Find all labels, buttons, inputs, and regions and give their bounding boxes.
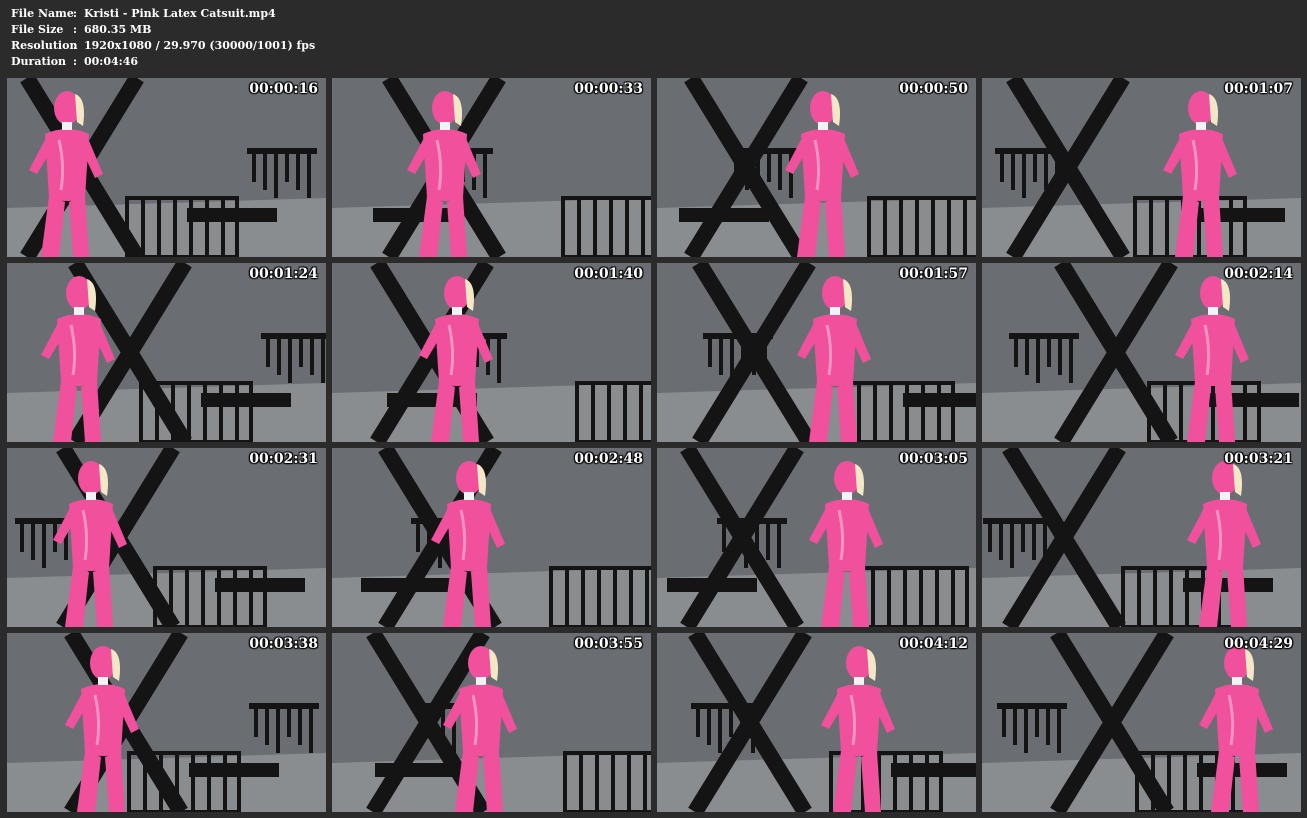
file-name-row: File Name : Kristi - Pink Latex Catsuit.… — [11, 6, 315, 22]
video-thumbnail: 00:03:05 — [657, 448, 976, 627]
thumbnail-scene — [332, 448, 651, 627]
video-thumbnail: 00:04:12 — [657, 633, 976, 812]
file-name-label: File Name — [11, 7, 74, 20]
video-thumbnail: 00:03:21 — [982, 448, 1301, 627]
thumbnail-scene — [982, 263, 1301, 442]
thumbnail-scene — [7, 448, 326, 627]
video-thumbnail: 00:03:38 — [7, 633, 326, 812]
video-thumbnail: 00:02:48 — [332, 448, 651, 627]
timestamp-label: 00:02:31 — [249, 451, 318, 467]
thumbnail-scene — [332, 263, 651, 442]
thumbnail-scene — [657, 448, 976, 627]
file-size-value: 680.35 MB — [84, 23, 152, 36]
thumbnail-scene — [7, 78, 326, 257]
video-thumbnail: 00:00:16 — [7, 78, 326, 257]
file-size-row: File Size : 680.35 MB — [11, 22, 315, 38]
file-size-label: File Size — [11, 23, 64, 36]
resolution-value: 1920x1080 / 29.970 (30000/1001) fps — [84, 39, 316, 52]
duration-row: Duration : 00:04:46 — [11, 54, 315, 70]
thumbnail-scene — [7, 263, 326, 442]
file-name-value: Kristi - Pink Latex Catsuit.mp4 — [84, 7, 276, 20]
timestamp-label: 00:01:40 — [574, 266, 643, 282]
file-name-separator: : — [73, 7, 78, 20]
video-thumbnail: 00:01:07 — [982, 78, 1301, 257]
timestamp-label: 00:00:33 — [574, 81, 643, 97]
video-thumbnail: 00:01:24 — [7, 263, 326, 442]
resolution-label: Resolution — [11, 39, 78, 52]
video-thumbnail: 00:01:57 — [657, 263, 976, 442]
thumbnail-grid: 00:00:16 00:00:33 00:00:50 00:01:07 00:01:24… — [7, 78, 1301, 812]
video-thumbnail: 00:03:55 — [332, 633, 651, 812]
video-thumbnail: 00:02:14 — [982, 263, 1301, 442]
timestamp-label: 00:04:12 — [899, 636, 968, 652]
timestamp-label: 00:00:50 — [899, 81, 968, 97]
video-thumbnail: 00:00:50 — [657, 78, 976, 257]
timestamp-label: 00:01:24 — [249, 266, 318, 282]
timestamp-label: 00:02:14 — [1224, 266, 1293, 282]
thumbnail-scene — [332, 633, 651, 812]
timestamp-label: 00:02:48 — [574, 451, 643, 467]
duration-separator: : — [73, 55, 78, 68]
video-thumbnail: 00:04:29 — [982, 633, 1301, 812]
thumbnail-scene — [7, 633, 326, 812]
timestamp-label: 00:03:05 — [899, 451, 968, 467]
thumbnail-scene — [332, 78, 651, 257]
timestamp-label: 00:03:21 — [1224, 451, 1293, 467]
video-thumbnail: 00:02:31 — [7, 448, 326, 627]
duration-label: Duration — [11, 55, 67, 68]
timestamp-label: 00:00:16 — [249, 81, 318, 97]
thumbnail-scene — [982, 448, 1301, 627]
file-size-separator: : — [73, 23, 78, 36]
timestamp-label: 00:01:07 — [1224, 81, 1293, 97]
thumbnail-scene — [657, 78, 976, 257]
thumbnail-scene — [982, 633, 1301, 812]
timestamp-label: 00:04:29 — [1224, 636, 1293, 652]
thumbnail-scene — [657, 633, 976, 812]
duration-value: 00:04:46 — [84, 55, 139, 68]
resolution-row: Resolution : 1920x1080 / 29.970 (30000/1… — [11, 38, 315, 54]
timestamp-label: 00:01:57 — [899, 266, 968, 282]
resolution-separator: : — [73, 39, 78, 52]
timestamp-label: 00:03:38 — [249, 636, 318, 652]
video-thumbnail: 00:01:40 — [332, 263, 651, 442]
video-thumbnail: 00:00:33 — [332, 78, 651, 257]
file-info-header: File Name : Kristi - Pink Latex Catsuit.… — [11, 6, 315, 70]
thumbnail-scene — [982, 78, 1301, 257]
thumbnail-scene — [657, 263, 976, 442]
timestamp-label: 00:03:55 — [574, 636, 643, 652]
